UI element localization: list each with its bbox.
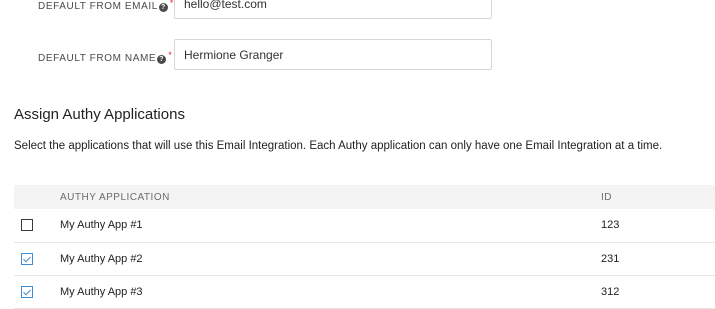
applications-table: AUTHY APPLICATION ID My Authy App #1 123… [14,185,715,309]
app-name-cell: My Authy App #2 [60,252,143,265]
table-row: My Authy App #1 123 [14,209,715,242]
app-checkbox[interactable] [21,252,33,265]
row-checkbox-cell [14,242,60,275]
from-name-input[interactable] [174,39,492,70]
app-name-cell: My Authy App #3 [60,285,143,298]
from-email-label: DEFAULT FROM EMAIL? * [38,0,174,12]
checkmark-icon [23,287,31,295]
from-email-row: DEFAULT FROM EMAIL? * [0,0,715,22]
row-checkbox-cell [14,209,60,242]
app-id-cell: 123 [601,219,620,232]
from-email-label-text: DEFAULT FROM EMAIL [38,1,158,12]
from-name-row: DEFAULT FROM NAME? * [0,39,715,73]
from-name-label-text: DEFAULT FROM NAME [38,53,157,64]
app-checkbox[interactable] [21,219,33,232]
question-circle-icon[interactable]: ? [157,55,167,64]
assign-section-title: Assign Authy Applications [14,106,185,123]
required-asterisk: * [168,50,173,60]
app-name-cell: My Authy App #1 [60,219,143,232]
assign-section-description: Select the applications that will use th… [14,140,663,152]
from-email-input[interactable] [174,0,492,19]
app-id-cell: 312 [601,285,620,298]
select-column-header [14,185,60,209]
row-checkbox-cell [14,275,60,308]
app-checkbox[interactable] [21,285,33,298]
table-row: My Authy App #2 231 [14,242,715,275]
application-column-header: AUTHY APPLICATION [60,191,170,203]
table-row: My Authy App #3 312 [14,275,715,308]
id-column-header: ID [601,191,612,203]
from-name-label: DEFAULT FROM NAME? * [38,50,172,64]
table-header-row: AUTHY APPLICATION ID [14,185,715,209]
app-id-cell: 231 [601,252,620,265]
question-circle-icon[interactable]: ? [158,3,168,12]
checkmark-icon [23,254,31,262]
